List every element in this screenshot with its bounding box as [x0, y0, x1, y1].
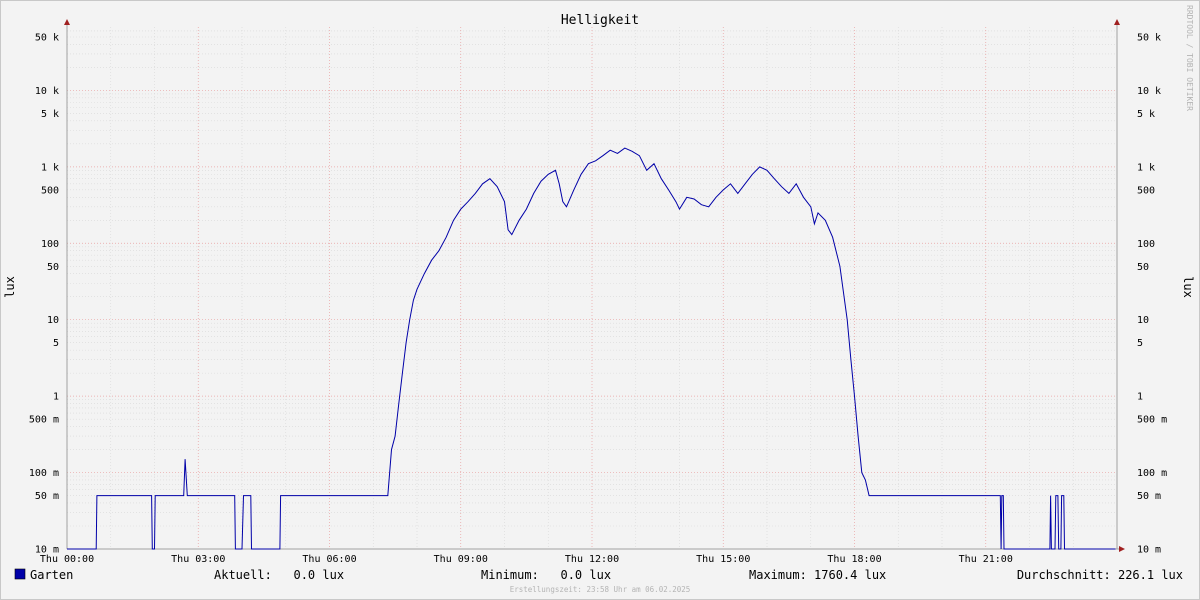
y-tick-label: 50 m — [1137, 491, 1161, 502]
y-tick-label: 50 k — [35, 33, 59, 44]
x-tick-label: Thu 12:00 — [565, 554, 619, 565]
y-tick-label: 10 — [47, 315, 59, 326]
y-tick-label: 100 — [1137, 239, 1155, 250]
y-tick-label: 1 k — [41, 162, 59, 173]
y-tick-label: 50 k — [1137, 33, 1161, 44]
y-tick-label: 1 — [1137, 392, 1143, 403]
y-tick-label: 500 — [41, 185, 59, 196]
x-tick-label: Thu 06:00 — [302, 554, 356, 565]
y-axis-arrow — [64, 19, 70, 25]
rrdtool-watermark: RRDTOOL / TOBI OETIKER — [1185, 5, 1194, 111]
y-axis-label-left: lux — [3, 276, 17, 298]
y-tick-label: 500 — [1137, 185, 1155, 196]
y-tick-label: 10 k — [1137, 86, 1161, 97]
y-tick-labels-right: 50 k 10 k 5 k 1 k 500 100 50 10 5 1 500 m 100 m 50 m… — [1137, 33, 1167, 556]
y-tick-label: 50 — [1137, 262, 1149, 273]
legend-minimum: Minimum: 0.0 lux — [481, 568, 611, 582]
y-tick-label: 100 m — [29, 468, 59, 479]
y-tick-label: 500 m — [1137, 415, 1167, 426]
y-axis-label-right: lux — [1181, 276, 1195, 298]
y-tick-label: 50 m — [35, 491, 59, 502]
x-tick-label: Thu 15:00 — [696, 554, 750, 565]
y-tick-label: 1 k — [1137, 162, 1155, 173]
y-tick-label: 5 — [1137, 338, 1143, 349]
chart-svg: 50 k 10 k 5 k 1 k 500 100 50 10 5 1 500 m 100 m 50 m… — [3, 5, 1195, 594]
major-gridlines — [67, 27, 1117, 549]
legend-swatch-garten — [14, 568, 26, 580]
x-tick-label: Thu 09:00 — [434, 554, 488, 565]
x-axis-arrow — [1119, 546, 1125, 552]
x-tick-label: Thu 03:00 — [171, 554, 225, 565]
series-layer — [67, 147, 1116, 550]
x-tick-label: Thu 21:00 — [959, 554, 1013, 565]
y-tick-label: 10 k — [35, 86, 59, 97]
y-tick-label: 5 k — [1137, 109, 1155, 120]
legend-current: Aktuell: 0.0 lux — [214, 568, 344, 582]
y-tick-label: 1 — [53, 392, 59, 403]
legend-maximum: Maximum: 1760.4 lux — [749, 568, 886, 582]
y-tick-label: 5 — [53, 338, 59, 349]
axes — [64, 19, 1125, 552]
y-tick-label: 100 m — [1137, 468, 1167, 479]
legend-average: Durchschnitt: 226.1 lux — [1017, 568, 1183, 582]
y-tick-label: 10 — [1137, 315, 1149, 326]
chart-title: Helligkeit — [561, 13, 639, 28]
series-line-garten — [67, 147, 1116, 550]
x-tick-label: Thu 18:00 — [827, 554, 881, 565]
y-tick-label: 5 k — [41, 109, 59, 120]
y-axis-arrow — [1114, 19, 1120, 25]
y-tick-label: 10 m — [1137, 545, 1161, 556]
creation-timestamp: Erstellungszeit: 23:58 Uhr am 06.02.2025 — [510, 585, 691, 594]
x-tick-labels: Thu 00:00 Thu 03:00 Thu 06:00 Thu 09:00 Thu … — [40, 554, 1013, 565]
x-tick-label: Thu 00:00 — [40, 554, 94, 565]
y-tick-label: 50 — [47, 262, 59, 273]
y-tick-label: 100 — [41, 239, 59, 250]
y-tick-label: 500 m — [29, 415, 59, 426]
legend-series-name: Garten — [30, 568, 73, 582]
y-tick-labels-left: 50 k 10 k 5 k 1 k 500 100 50 10 5 1 500 m 100 m 50 m… — [29, 33, 59, 556]
